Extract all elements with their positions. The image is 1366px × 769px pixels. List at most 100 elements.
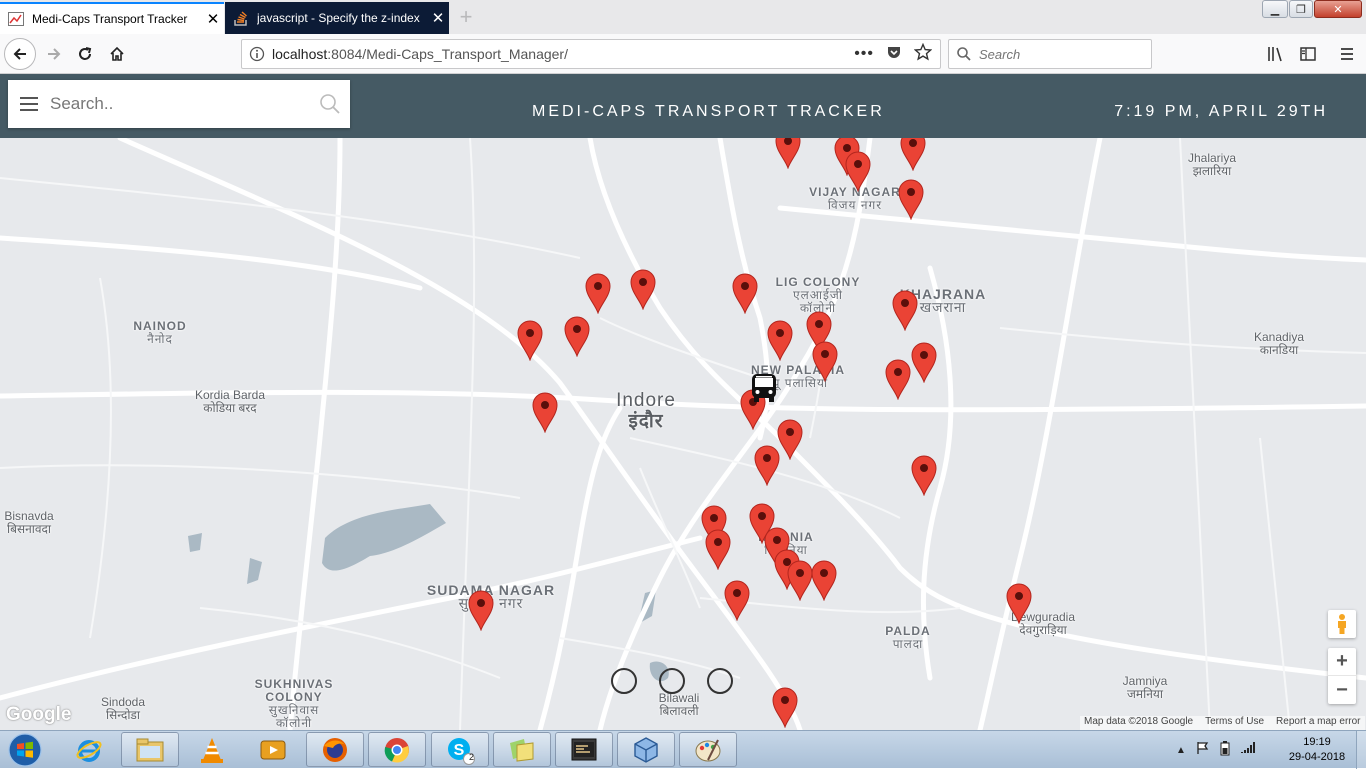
bus-stop-marker[interactable] <box>766 319 794 361</box>
bus-stop-marker[interactable] <box>897 178 925 220</box>
current-datetime: 7:19 PM, APRIL 29TH <box>1114 103 1328 120</box>
action-center-flag-icon[interactable] <box>1196 741 1210 760</box>
bus-stop-marker[interactable] <box>467 589 495 631</box>
city-label: Indore इंदौर <box>616 390 676 432</box>
tab-title: javascript - Specify the z-index <box>257 11 420 25</box>
bus-stop-marker[interactable] <box>910 341 938 383</box>
place-label: NAINOD नैनोद <box>133 319 187 346</box>
bus-stop-marker[interactable] <box>584 272 612 314</box>
route-toggle-button[interactable] <box>659 668 685 694</box>
bus-stop-marker[interactable] <box>704 528 732 570</box>
paint-icon[interactable] <box>679 732 737 767</box>
bus-stop-marker[interactable] <box>844 150 872 192</box>
bus-stop-marker[interactable] <box>774 138 802 169</box>
search-icon[interactable] <box>310 93 350 115</box>
bus-stop-marker[interactable] <box>563 315 591 357</box>
terms-of-use-link[interactable]: Terms of Use <box>1205 716 1264 730</box>
browser-search-input[interactable] <box>979 46 1139 62</box>
place-search-input[interactable] <box>50 94 310 114</box>
bus-stop-marker[interactable] <box>810 559 838 601</box>
route-toggle-button[interactable] <box>707 668 733 694</box>
reload-icon <box>79 47 92 60</box>
clock-time: 19:19 <box>1303 736 1331 748</box>
place-label: PALDA पालदा <box>885 624 931 651</box>
system-tray: ▲ <box>1176 735 1256 765</box>
vlc-icon[interactable] <box>183 732 241 767</box>
tab-medi-caps-tracker[interactable]: Medi-Caps Transport Tracker ✕ <box>0 2 224 34</box>
map-roads <box>0 138 1366 730</box>
site-info-icon[interactable] <box>242 46 272 62</box>
battery-icon[interactable] <box>1220 740 1230 761</box>
library-icon[interactable] <box>1265 43 1287 65</box>
zoom-in-button[interactable]: + <box>1328 648 1356 676</box>
google-logo: Google <box>6 704 72 725</box>
close-window-button[interactable]: ✕ <box>1314 0 1362 18</box>
map-attribution: Map data ©2018 Google Terms of Use Repor… <box>1080 716 1365 730</box>
virtualbox-icon[interactable] <box>617 732 675 767</box>
bus-stop-marker[interactable] <box>899 138 927 171</box>
back-button[interactable] <box>4 38 36 70</box>
hamburger-menu-icon[interactable] <box>8 96 50 112</box>
zoom-out-button[interactable]: − <box>1328 676 1356 704</box>
forward-button[interactable] <box>38 38 70 70</box>
search-icon <box>949 46 979 62</box>
bus-stop-marker[interactable] <box>891 289 919 331</box>
bus-stop-marker[interactable] <box>516 319 544 361</box>
minimize-window-button[interactable]: ▁ <box>1262 0 1288 18</box>
page-actions-icon[interactable]: ••• <box>854 45 874 63</box>
show-desktop-button[interactable] <box>1356 731 1366 769</box>
bus-stop-marker[interactable] <box>771 686 799 728</box>
bus-stop-marker[interactable] <box>811 340 839 382</box>
taskbar-clock[interactable]: 19:19 29-04-2018 <box>1282 735 1352 765</box>
documents-icon[interactable] <box>493 732 551 767</box>
bus-stop-marker[interactable] <box>723 579 751 621</box>
map-view[interactable]: Jhalariya झलारिया VIJAY NAGAR विजय नगर LIG… <box>0 138 1366 730</box>
map-data-credit: Map data ©2018 Google <box>1084 716 1194 727</box>
chrome-icon[interactable] <box>368 732 426 767</box>
maximize-window-button[interactable]: ❐ <box>1289 0 1313 18</box>
place-label: SUKHNIVAS COLONY सुखनिवास कॉलोनी <box>254 677 334 730</box>
street-view-pegman-icon[interactable] <box>1328 610 1356 638</box>
browser-search-box[interactable] <box>948 39 1152 69</box>
bus-icon[interactable] <box>748 372 780 404</box>
bus-stop-marker[interactable] <box>1005 582 1033 624</box>
pocket-icon[interactable] <box>886 44 902 65</box>
bus-stop-marker[interactable] <box>884 358 912 400</box>
bus-stop-marker[interactable] <box>731 272 759 314</box>
report-map-error-link[interactable]: Report a map error <box>1276 716 1360 730</box>
new-tab-button[interactable]: + <box>456 3 476 31</box>
place-label: Sindoda सिन्दोडा <box>100 695 146 722</box>
tab-stackoverflow[interactable]: javascript - Specify the z-index ✕ <box>225 2 449 34</box>
app-header: MEDI-CAPS TRANSPORT TRACKER 7:19 PM, APR… <box>0 74 1366 138</box>
address-bar[interactable]: localhost:8084/Medi-Caps_Transport_Manag… <box>241 39 941 69</box>
close-tab-icon[interactable]: ✕ <box>427 9 449 27</box>
windows-logo-icon <box>8 733 42 767</box>
zoom-controls: + − <box>1328 648 1356 704</box>
app-title: MEDI-CAPS TRANSPORT TRACKER <box>532 103 885 120</box>
bus-stop-marker[interactable] <box>531 391 559 433</box>
bookmark-star-icon[interactable] <box>913 42 933 66</box>
bus-stop-marker[interactable] <box>629 268 657 310</box>
place-label: Bisnavda बिसनावदा <box>4 509 54 536</box>
skype-icon[interactable]: S 2 <box>431 732 489 767</box>
bus-stop-marker[interactable] <box>910 454 938 496</box>
file-explorer-icon[interactable] <box>121 732 179 767</box>
show-hidden-icons-icon[interactable]: ▲ <box>1176 745 1186 756</box>
network-signal-icon[interactable] <box>1240 741 1256 760</box>
bus-stop-marker[interactable] <box>753 444 781 486</box>
route-toggle-button[interactable] <box>611 668 637 694</box>
internet-explorer-icon[interactable] <box>60 732 118 767</box>
place-label: Kordia Barda कोडिया बरद <box>194 388 266 415</box>
open-menu-icon[interactable] <box>1336 43 1358 65</box>
firefox-icon[interactable] <box>306 732 364 767</box>
sidebar-toggle-icon[interactable] <box>1297 43 1319 65</box>
home-button[interactable] <box>101 38 133 70</box>
start-button[interactable] <box>4 731 46 769</box>
stackoverflow-favicon-icon <box>233 10 249 26</box>
terminal-icon[interactable] <box>555 732 613 767</box>
close-tab-icon[interactable]: ✕ <box>202 10 224 28</box>
place-label: Kanadiya कानडिया <box>1253 330 1305 357</box>
forward-arrow-icon <box>48 48 61 60</box>
reload-button[interactable] <box>69 38 101 70</box>
media-player-icon[interactable] <box>244 732 302 767</box>
